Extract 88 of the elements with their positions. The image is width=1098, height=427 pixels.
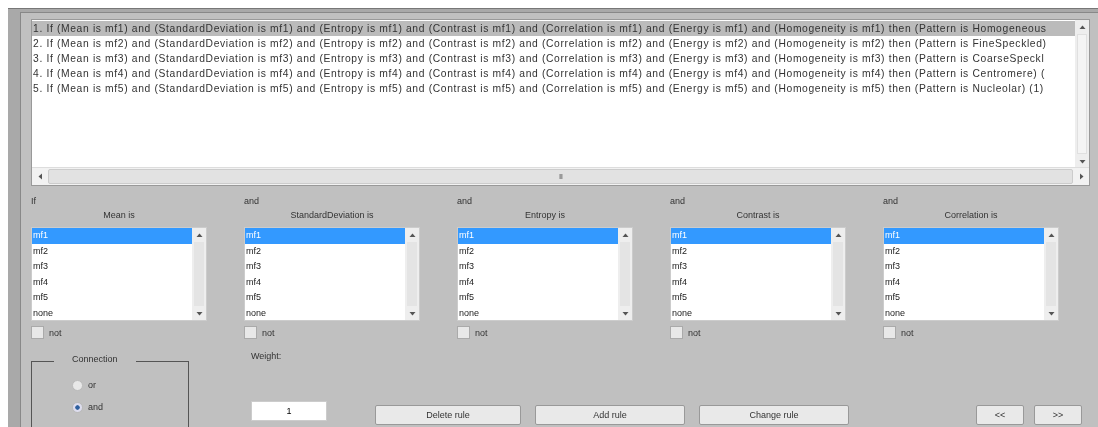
checkbox-label: not <box>49 327 62 338</box>
checkbox[interactable] <box>457 326 470 339</box>
checkbox[interactable] <box>244 326 257 339</box>
scrollbar[interactable] <box>618 228 632 320</box>
scroll-up-arrow-icon[interactable] <box>834 231 842 239</box>
rule-item[interactable]: 3. If (Mean is mf3) and (StandardDeviation is mf3) and (Entropy is mf3) and (Contrast is mf3) and (Correlation is mf3) and (Energy is mf3) and (Homogeneity is mf3) then (Pattern is CoarseSpeckl <box>32 51 1075 66</box>
scrollbar[interactable] <box>831 228 845 320</box>
list-option[interactable]: mf5 <box>671 290 831 306</box>
variable-label: Mean is <box>102 210 136 222</box>
list-option[interactable]: mf2 <box>884 243 1044 259</box>
scrollbar[interactable] <box>192 228 206 320</box>
list-option[interactable]: none <box>671 305 831 320</box>
checkbox[interactable] <box>883 326 896 339</box>
list-option[interactable]: none <box>458 305 618 320</box>
list-option[interactable]: mf5 <box>245 290 405 306</box>
scroll-up-arrow-icon[interactable] <box>621 231 629 239</box>
scroll-down-arrow-icon[interactable] <box>621 309 629 317</box>
connector-label: and <box>457 196 474 208</box>
variable-label: Entropy is <box>524 210 566 222</box>
connector-label: If <box>31 196 37 208</box>
checkbox-label: not <box>688 327 701 338</box>
scroll-down-arrow-icon[interactable] <box>195 309 203 317</box>
list-option[interactable]: none <box>884 305 1044 320</box>
rule-item[interactable]: 4. If (Mean is mf4) and (StandardDeviation is mf4) and (Entropy is mf4) and (Contrast is mf4) and (Correlation is mf4) and (Energy is mf4) and (Homogeneity is mf4) then (Pattern is Centromere) ( <box>32 66 1075 81</box>
rules-list[interactable] <box>31 19 1090 186</box>
list-option[interactable]: mf4 <box>671 274 831 290</box>
list-option[interactable]: mf3 <box>458 259 618 275</box>
scroll-left-arrow-icon[interactable] <box>36 173 44 180</box>
action-button[interactable]: Change rule <box>699 405 849 425</box>
connector-label: and <box>883 196 900 208</box>
scroll-down-arrow-icon[interactable] <box>1078 157 1086 165</box>
nav-button[interactable]: >> <box>1034 405 1082 425</box>
list-option[interactable]: mf2 <box>32 243 192 259</box>
list-option[interactable]: mf2 <box>245 243 405 259</box>
radio-label: and <box>88 402 104 412</box>
list-option[interactable]: mf2 <box>671 243 831 259</box>
connector-label: and <box>244 196 261 208</box>
scroll-up-arrow-icon[interactable] <box>1078 23 1086 31</box>
scrollbar[interactable] <box>405 228 419 320</box>
variable-label: Contrast is <box>735 210 781 222</box>
list-option[interactable]: mf4 <box>884 274 1044 290</box>
list-option[interactable]: mf2 <box>458 243 618 259</box>
list-option[interactable]: mf5 <box>458 290 618 306</box>
nav-button[interactable]: << <box>976 405 1024 425</box>
scrollbar[interactable] <box>1075 20 1089 168</box>
list-option[interactable]: none <box>32 305 192 320</box>
scroll-right-arrow-icon[interactable] <box>1077 173 1085 180</box>
scroll-up-arrow-icon[interactable] <box>195 231 203 239</box>
connector-label: and <box>670 196 687 208</box>
list-option[interactable]: mf3 <box>32 259 192 275</box>
variable-label: StandardDeviation is <box>289 210 375 222</box>
group-title: Connection <box>54 354 136 364</box>
list-option[interactable]: mf3 <box>671 259 831 275</box>
rule-item[interactable]: 5. If (Mean is mf5) and (StandardDeviation is mf5) and (Entropy is mf5) and (Contrast is mf5) and (Correlation is mf5) and (Energy is mf5) and (Homogeneity is mf5) then (Pattern is Nucleolar) (1) <box>32 81 1075 96</box>
list-option[interactable]: mf5 <box>884 290 1044 306</box>
scroll-up-arrow-icon[interactable] <box>408 231 416 239</box>
scrollbar[interactable] <box>1044 228 1058 320</box>
rule-item[interactable]: 1. If (Mean is mf1) and (StandardDeviation is mf1) and (Entropy is mf1) and (Contrast is mf1) and (Correlation is mf1) and (Energy is mf1) and (Homogeneity is mf1) then (Pattern is Homogeneous <box>32 21 1075 36</box>
list-option[interactable]: mf3 <box>245 259 405 275</box>
checkbox[interactable] <box>670 326 683 339</box>
action-button[interactable]: Delete rule <box>375 405 521 425</box>
checkbox-label: not <box>262 327 275 338</box>
checkbox[interactable] <box>31 326 44 339</box>
membership-list[interactable]: mf1 mf2 mf3 mf4 mf5 none <box>670 227 846 321</box>
membership-list[interactable]: mf1 mf2 mf3 mf4 mf5 none <box>457 227 633 321</box>
scroll-down-arrow-icon[interactable] <box>1047 309 1055 317</box>
radio-button[interactable] <box>72 401 83 413</box>
radio-button[interactable] <box>72 379 83 391</box>
scroll-down-arrow-icon[interactable] <box>408 309 416 317</box>
membership-list[interactable]: mf1 mf2 mf3 mf4 mf5 none <box>244 227 420 321</box>
list-option[interactable]: mf4 <box>245 274 405 290</box>
radio-label: or <box>88 380 96 390</box>
list-option[interactable]: mf4 <box>458 274 618 290</box>
weight-label: Weight: <box>251 351 283 361</box>
scroll-down-arrow-icon[interactable] <box>834 309 842 317</box>
action-button[interactable]: Add rule <box>535 405 685 425</box>
list-option[interactable]: none <box>245 305 405 320</box>
list-option[interactable]: mf3 <box>884 259 1044 275</box>
rule-item[interactable]: 2. If (Mean is mf2) and (StandardDeviation is mf2) and (Entropy is mf2) and (Contrast is mf2) and (Correlation is mf2) and (Energy is mf2) and (Homogeneity is mf2) then (Pattern is FineSpeckled) <box>32 36 1075 51</box>
weight-field[interactable]: 1 <box>251 401 327 421</box>
scroll-up-arrow-icon[interactable] <box>1047 231 1055 239</box>
checkbox-label: not <box>901 327 914 338</box>
membership-list[interactable]: mf1 mf2 mf3 mf4 mf5 none <box>883 227 1059 321</box>
variable-label: Correlation is <box>943 210 999 222</box>
membership-list[interactable]: mf1 mf2 mf3 mf4 mf5 none <box>31 227 207 321</box>
checkbox-label: not <box>475 327 488 338</box>
list-option[interactable]: mf5 <box>32 290 192 306</box>
list-option[interactable]: mf4 <box>32 274 192 290</box>
